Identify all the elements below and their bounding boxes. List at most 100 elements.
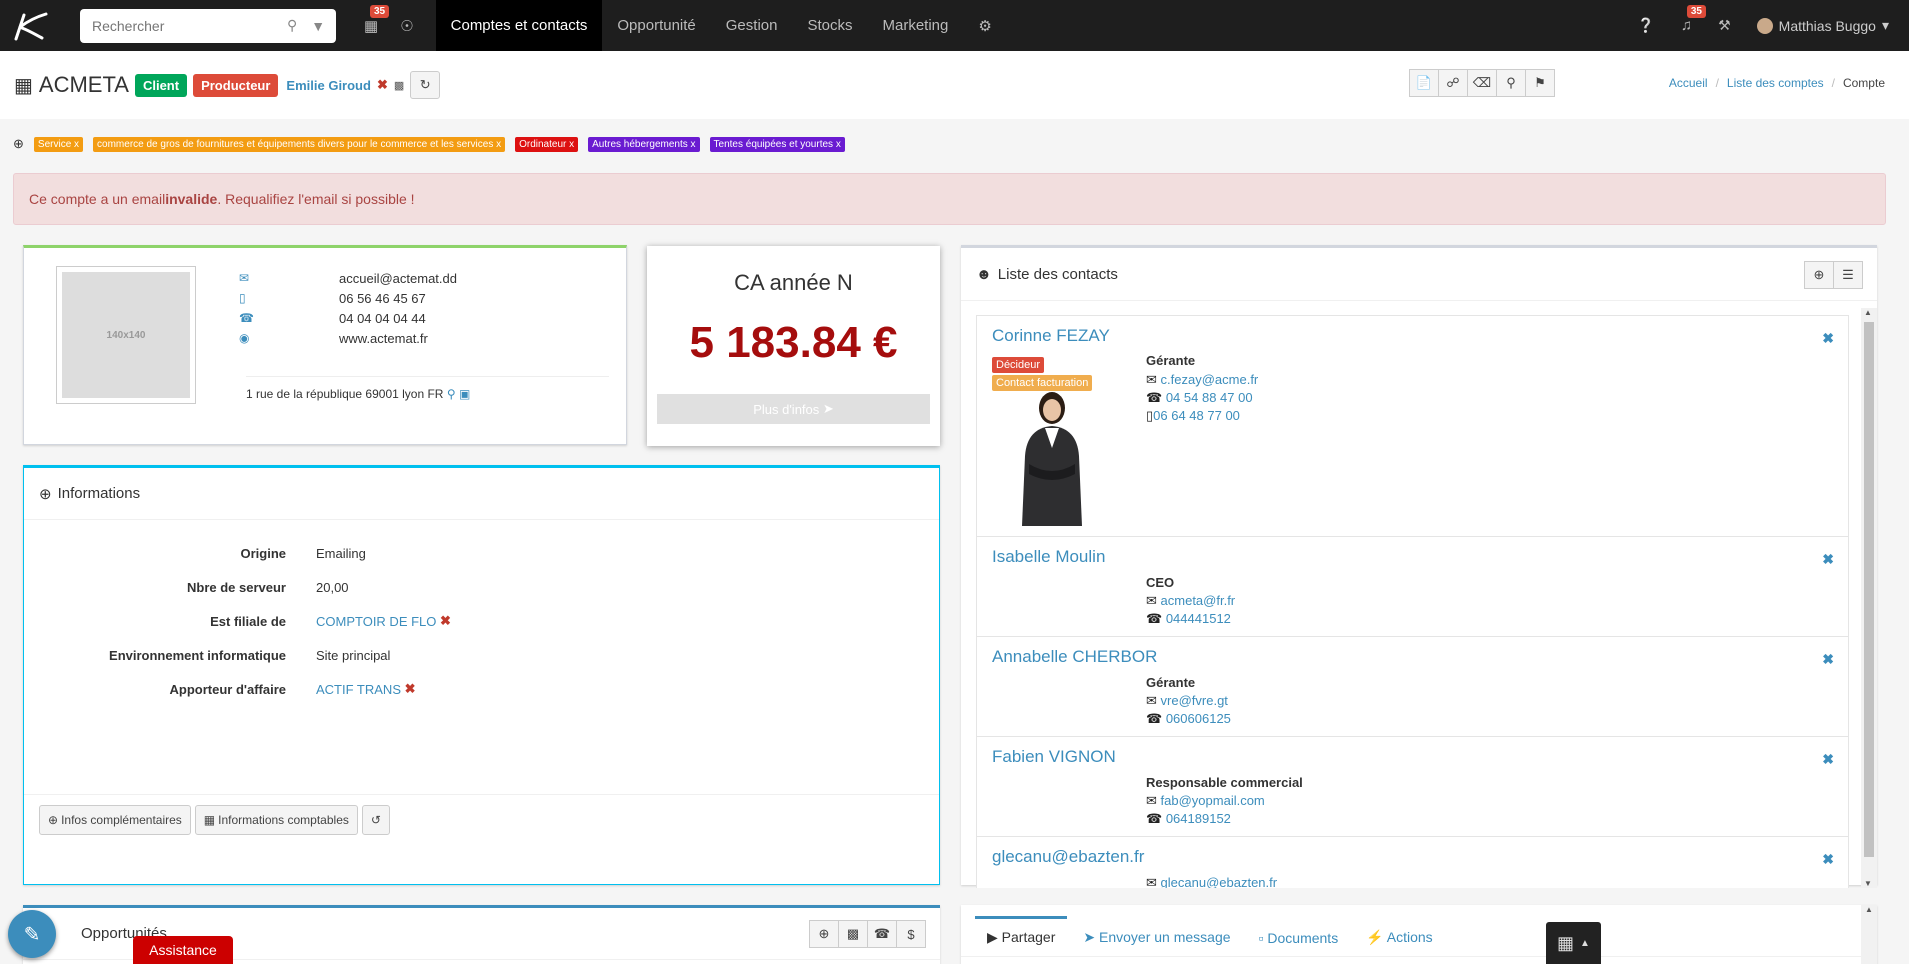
parent-company-link[interactable]: COMPTOIR DE FLO bbox=[316, 614, 436, 629]
account-website[interactable]: www.actemat.fr bbox=[339, 331, 428, 346]
contact-name[interactable]: Isabelle Moulin bbox=[992, 547, 1105, 567]
tab-documents[interactable]: ▫ Documents bbox=[1247, 920, 1351, 956]
business-provider-link[interactable]: ACTIF TRANS bbox=[316, 682, 401, 697]
info-key: Nbre de serveur bbox=[187, 579, 286, 595]
arrow-circle-right-icon: ➤ bbox=[822, 401, 834, 416]
map-pin-icon[interactable]: ⚲ bbox=[447, 387, 456, 401]
contact-mobile[interactable]: 06 64 48 77 00 bbox=[1153, 408, 1240, 423]
tab-partager[interactable]: ▶ Partager bbox=[975, 916, 1068, 956]
user-avatar bbox=[1756, 17, 1773, 34]
info-key: Environnement informatique bbox=[109, 647, 286, 663]
scroll-up-icon[interactable]: ▲ bbox=[1861, 905, 1877, 914]
scroll-up-icon[interactable]: ▲ bbox=[1864, 308, 1872, 317]
archive-icon[interactable]: ▩ bbox=[394, 79, 404, 92]
more-info-button[interactable]: Plus d'infos ➤ bbox=[657, 394, 930, 424]
dollar-button[interactable]: $ bbox=[896, 920, 926, 948]
search-input[interactable] bbox=[92, 17, 273, 34]
informations-comptables-label: Informations comptables bbox=[218, 813, 349, 827]
tab-actions-label: Actions bbox=[1386, 929, 1433, 945]
bank-icon[interactable]: ⚑ bbox=[1525, 69, 1555, 97]
contact-name[interactable]: Corinne FEZAY bbox=[992, 326, 1110, 346]
menu-gestion[interactable]: Gestion bbox=[711, 0, 793, 51]
contact-card: Isabelle Moulin ✖ CEO ✉ acmeta@fr.fr ☎ 0… bbox=[976, 536, 1849, 637]
calendar-widget[interactable]: ▦ ▲ bbox=[1546, 922, 1601, 964]
contact-name[interactable]: Fabien VIGNON bbox=[992, 747, 1116, 767]
account-phone[interactable]: 04 04 04 04 44 bbox=[339, 311, 426, 326]
contact-phone[interactable]: 044441512 bbox=[1166, 611, 1231, 626]
menu-stocks[interactable]: Stocks bbox=[792, 0, 867, 51]
tag-item[interactable]: Autres hébergements x bbox=[588, 136, 700, 152]
search-icon[interactable]: ⚲ bbox=[287, 17, 297, 34]
list-view-button[interactable]: ☰ bbox=[1833, 261, 1863, 289]
tag-item[interactable]: Ordinateur x bbox=[515, 136, 579, 152]
map-square-icon[interactable]: ▣ bbox=[459, 387, 470, 401]
infos-complementaires-button[interactable]: ⊕ Infos complémentaires bbox=[39, 805, 191, 835]
assistance-button[interactable]: Assistance bbox=[133, 936, 233, 964]
remove-provider-icon[interactable]: ✖ bbox=[405, 681, 416, 697]
pdf-icon[interactable]: 📄 bbox=[1409, 69, 1439, 97]
pencil-icon: ✎ bbox=[23, 923, 41, 946]
contact-email[interactable]: acmeta@fr.fr bbox=[1161, 593, 1236, 608]
contacts-scrollbar[interactable]: ▲ ▼ bbox=[1861, 308, 1877, 888]
contact-name[interactable]: Annabelle CHERBOR bbox=[992, 647, 1157, 667]
account-email[interactable]: accueil@actemat.dd bbox=[339, 271, 457, 286]
map-marker-icon[interactable]: ⚲ bbox=[1496, 69, 1526, 97]
calendar-icon[interactable]: ▦ 35 bbox=[364, 4, 390, 35]
remove-contact-icon[interactable]: ✖ bbox=[1822, 751, 1834, 768]
add-tag-icon[interactable]: ⊕ bbox=[13, 136, 24, 152]
share-scrollbar[interactable]: ▲ bbox=[1861, 905, 1877, 964]
info-value: 20,00 bbox=[316, 579, 349, 595]
user-menu[interactable]: Matthias Buggo ▾ bbox=[1756, 17, 1889, 34]
remove-contact-icon[interactable]: ✖ bbox=[1822, 330, 1834, 347]
breadcrumb-liste-comptes[interactable]: Liste des comptes bbox=[1727, 76, 1824, 90]
account-actions: 📄 ☍ ⌫ ⚲ ⚑ bbox=[1409, 69, 1555, 97]
contact-phone[interactable]: 060606125 bbox=[1166, 711, 1231, 726]
breadcrumb-accueil[interactable]: Accueil bbox=[1669, 76, 1708, 90]
contacts-scroll-thumb[interactable] bbox=[1864, 322, 1874, 857]
refresh-button[interactable]: ↻ bbox=[410, 71, 441, 99]
archive-opportunity-button[interactable]: ▩ bbox=[838, 920, 868, 948]
contact-email[interactable]: fab@yopmail.com bbox=[1161, 793, 1265, 808]
trash-icon[interactable]: ⌫ bbox=[1467, 69, 1497, 97]
tag-item[interactable]: Tentes équipées et yourtes x bbox=[709, 136, 845, 152]
scroll-down-icon[interactable]: ▼ bbox=[1864, 879, 1872, 888]
menu-comptes-contacts[interactable]: Comptes et contacts bbox=[435, 0, 603, 51]
contact-card: Corinne FEZAY ✖ Décideur Contact factura… bbox=[976, 315, 1849, 537]
phone-button[interactable]: ☎ bbox=[867, 920, 897, 948]
contact-email[interactable]: c.fezay@acme.fr bbox=[1161, 372, 1259, 387]
remove-contact-icon[interactable]: ✖ bbox=[1822, 551, 1834, 568]
edit-pencil-button[interactable]: ✎ bbox=[8, 910, 56, 958]
link-icon[interactable]: ☍ bbox=[1438, 69, 1468, 97]
remove-contact-icon[interactable]: ✖ bbox=[1822, 851, 1834, 868]
wrench-icon[interactable]: ⚒ bbox=[1718, 17, 1731, 34]
tag-item[interactable]: Service x bbox=[33, 136, 84, 152]
menu-marketing[interactable]: Marketing bbox=[867, 0, 963, 51]
contact-name[interactable]: glecanu@ebazten.fr bbox=[992, 847, 1144, 867]
tab-actions[interactable]: ⚡ Actions bbox=[1354, 919, 1444, 956]
add-opportunity-button[interactable]: ⊕ bbox=[809, 920, 839, 948]
history-icon: ↺ bbox=[370, 813, 381, 827]
remove-owner-icon[interactable]: ✖ bbox=[377, 77, 388, 93]
filter-icon[interactable]: ▼ bbox=[311, 18, 325, 34]
lightbulb-icon[interactable]: ☉ bbox=[400, 17, 413, 35]
dashboard-icon[interactable]: ⚙ bbox=[963, 0, 1006, 51]
contact-phone[interactable]: 064189152 bbox=[1166, 811, 1231, 826]
contact-email[interactable]: vre@fvre.gt bbox=[1161, 693, 1228, 708]
menu-opportunite[interactable]: Opportunité bbox=[602, 0, 710, 51]
add-contact-button[interactable]: ⊕ bbox=[1804, 261, 1834, 289]
account-address: 1 rue de la république 69001 lyon FR bbox=[246, 387, 444, 401]
account-owner[interactable]: Emilie Giroud bbox=[286, 78, 371, 93]
informations-comptables-button[interactable]: ▦ Informations comptables bbox=[194, 805, 358, 835]
history-button[interactable]: ↺ bbox=[361, 805, 390, 835]
plus-circle-icon[interactable]: ⊕ bbox=[39, 485, 52, 503]
account-mobile[interactable]: 06 56 46 45 67 bbox=[339, 291, 426, 306]
tag-item[interactable]: commerce de gros de fournitures et équip… bbox=[93, 136, 506, 152]
app-logo[interactable] bbox=[0, 0, 60, 51]
tab-envoyer-message[interactable]: ➤ Envoyer un message bbox=[1071, 919, 1242, 956]
help-icon[interactable]: ❔ bbox=[1637, 17, 1654, 34]
contact-phone[interactable]: 04 54 88 47 00 bbox=[1166, 390, 1253, 405]
remove-parent-icon[interactable]: ✖ bbox=[440, 613, 451, 629]
remove-contact-icon[interactable]: ✖ bbox=[1822, 651, 1834, 668]
bell-icon[interactable]: ♫ 35 bbox=[1681, 5, 1706, 34]
contact-email[interactable]: glecanu@ebazten.fr bbox=[1161, 875, 1278, 888]
